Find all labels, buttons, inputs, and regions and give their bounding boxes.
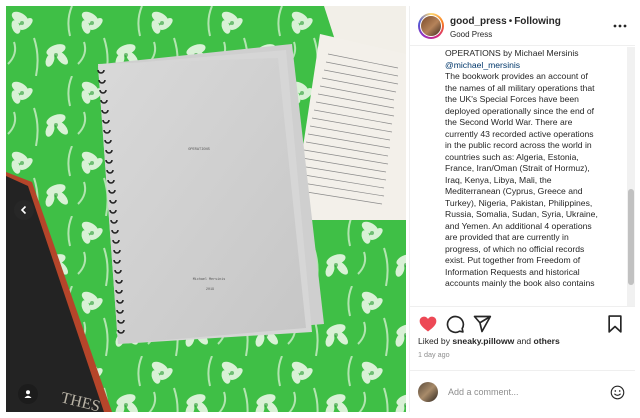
commenter-avatar	[418, 382, 438, 402]
manuscript-author: Michael Mersinis	[193, 277, 226, 282]
username-link[interactable]: good_press	[450, 16, 507, 27]
likes-and: and	[514, 336, 534, 346]
comment-icon[interactable]	[445, 314, 465, 334]
previous-image-button[interactable]	[14, 200, 34, 220]
caption-line: the Second World War. There are	[445, 117, 573, 127]
post-image[interactable]: OPERATIONS Michael Mersinis 2019 THES	[6, 6, 406, 412]
share-icon[interactable]	[472, 314, 492, 334]
caption-scrollbar[interactable]	[627, 47, 635, 306]
separator-dot: •	[508, 16, 513, 27]
avatar[interactable]	[418, 13, 444, 39]
caption-line: Information Requests and historical	[445, 266, 580, 277]
following-button[interactable]: Following	[514, 16, 561, 27]
post-header: good_press • Following Good Press	[410, 6, 635, 46]
bookmark-icon[interactable]	[605, 314, 625, 334]
caption-text: OPERATIONS by Michael Mersinis @michael_…	[445, 48, 617, 290]
likes-prefix: Liked by	[418, 336, 453, 346]
likes-summary: Liked by sneaky.pilloww and others	[418, 336, 560, 346]
caption-line: countries such as: Algeria, Estonia,	[445, 151, 579, 162]
caption-line: Mediterranean (Cyprus, Greece and	[445, 186, 583, 196]
emoji-icon[interactable]	[610, 385, 625, 400]
post-dialog: OPERATIONS Michael Mersinis 2019 THES go…	[0, 0, 640, 418]
account-subtitle: Good Press	[450, 30, 493, 39]
caption-line: the UK's Special Forces have been	[445, 94, 579, 104]
caption-line: are provided that are currently in	[445, 232, 569, 242]
caption-line: and Yemen. An additional 4 operations	[445, 220, 592, 231]
caption-line: The bookwork provides an account of	[445, 71, 588, 81]
caption-line: the names of all military operations tha…	[445, 82, 595, 93]
likes-others-link[interactable]: others	[533, 336, 559, 346]
caption-line: OPERATIONS by Michael Mersinis	[445, 48, 579, 58]
caption-line: exist. Put together from Freedom of	[445, 255, 581, 265]
user-tag-icon	[24, 390, 32, 398]
scrollbar-thumb[interactable]	[628, 189, 634, 285]
post-timestamp[interactable]: 1 day ago	[418, 350, 450, 359]
heart-icon[interactable]	[418, 314, 438, 334]
caption-line: France, Iran/Oman (Strait of Hormuz),	[445, 163, 590, 173]
chevron-left-icon	[20, 205, 27, 215]
manuscript-title: OPERATIONS	[188, 148, 210, 152]
comment-input[interactable]	[448, 384, 588, 400]
header-line: good_press • Following	[450, 16, 561, 27]
photo-illustration: OPERATIONS Michael Mersinis 2019 THES	[6, 6, 406, 412]
caption-line: accounts mainly the book also contains	[445, 278, 595, 288]
more-icon[interactable]	[613, 19, 627, 33]
caption-line: progress, of which no official records	[445, 243, 585, 254]
action-bar	[410, 310, 635, 336]
manuscript-year: 2019	[206, 288, 214, 292]
caption-line: Iraq, Kenya, Libya, Mali, the	[445, 174, 552, 185]
post-side-panel: good_press • Following Good Press OPERATIO…	[409, 6, 635, 412]
caption-line: deployed operationally since the end of	[445, 105, 595, 116]
tagged-users-button[interactable]	[18, 384, 38, 404]
manuscript: OPERATIONS Michael Mersinis 2019	[97, 58, 306, 344]
caption-line: Russia, Somalia, Sudan, Syria, Ukraine,	[445, 209, 598, 219]
caption-line: in the public record across the world in	[445, 140, 592, 150]
comment-bar	[410, 370, 635, 412]
caption-scroll-area[interactable]: OPERATIONS by Michael Mersinis @michael_…	[410, 47, 635, 307]
liked-by-user-link[interactable]: sneaky.pilloww	[452, 336, 514, 346]
caption-line: currently 43 recorded active operations	[445, 128, 594, 139]
mention-link[interactable]: @michael_mersinis	[445, 60, 617, 72]
caption-line: Turkey), Nigeria, Pakistan, Philippines,	[445, 197, 593, 208]
